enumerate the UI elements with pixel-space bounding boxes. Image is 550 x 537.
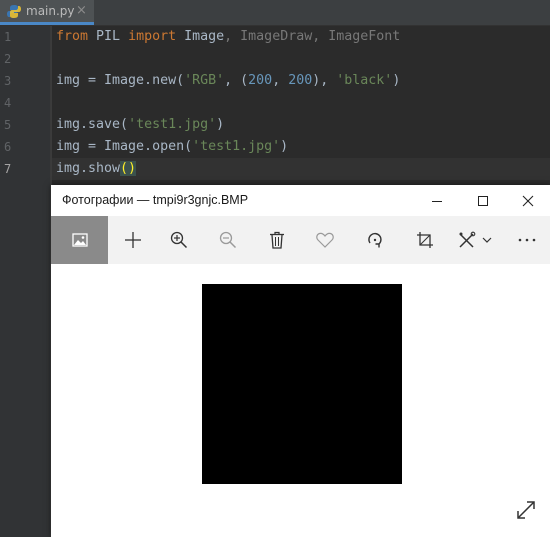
- edit-draw-icon: [459, 231, 476, 248]
- fullscreen-button[interactable]: [513, 497, 539, 523]
- close-icon: [522, 195, 534, 206]
- photos-window: Фотографии — tmpi9r3gnjc.BMP: [51, 185, 550, 537]
- code-text: ): [392, 73, 401, 88]
- maximize-button[interactable]: [460, 185, 506, 216]
- tab-close-icon[interactable]: ×: [76, 3, 87, 19]
- code-text: img.show: [56, 161, 121, 176]
- matched-parentheses: (): [120, 161, 137, 176]
- image-canvas[interactable]: [51, 264, 550, 537]
- rotate-button[interactable]: [352, 216, 398, 264]
- zoom-in-button[interactable]: [156, 216, 202, 264]
- editor-left-margin: [51, 26, 52, 186]
- line-number: 5: [4, 118, 12, 132]
- import-image: Image: [176, 29, 225, 44]
- string-literal: 'test1.jpg': [128, 117, 217, 132]
- minimize-button[interactable]: [414, 185, 460, 216]
- displayed-image: [202, 284, 402, 484]
- code-text: ),: [312, 73, 337, 88]
- line-number: 3: [4, 74, 12, 88]
- photos-toolbar: [51, 216, 550, 264]
- code-line-7[interactable]: img.show(): [56, 158, 137, 180]
- number-literal: 200: [288, 73, 313, 88]
- window-titlebar[interactable]: Фотографии — tmpi9r3gnjc.BMP: [51, 185, 550, 216]
- add-icon: [125, 232, 141, 248]
- code-line-5[interactable]: img.save('test1.jpg'): [56, 114, 224, 136]
- line-number: 1: [4, 30, 12, 44]
- more-button[interactable]: [504, 216, 550, 264]
- close-button[interactable]: [505, 185, 550, 216]
- line-number-current: 7: [4, 162, 12, 176]
- expand-icon: [517, 501, 535, 519]
- editor-tab-bar: main.py ×: [0, 0, 550, 26]
- chevron-down-icon: [482, 237, 492, 243]
- python-file-icon: [7, 5, 21, 18]
- keyword-from: from: [56, 29, 89, 44]
- code-text: img.save(: [56, 117, 129, 132]
- line-number-gutter: 1 2 3 4 5 6 7: [0, 26, 51, 537]
- module-name: PIL: [88, 29, 129, 44]
- crop-icon: [417, 232, 433, 248]
- keyword-import: import: [128, 29, 177, 44]
- crop-button[interactable]: [402, 216, 448, 264]
- tab-main-py[interactable]: main.py ×: [0, 0, 94, 25]
- edit-draw-button[interactable]: [448, 216, 502, 264]
- image-view-icon: [71, 233, 88, 247]
- code-text: ): [216, 117, 225, 132]
- favorite-button[interactable]: [302, 216, 348, 264]
- add-button[interactable]: [110, 216, 156, 264]
- favorite-heart-icon: [316, 232, 334, 248]
- line-number: 6: [4, 140, 12, 154]
- zoom-in-icon: [170, 231, 188, 249]
- rotate-icon: [368, 232, 382, 248]
- string-literal: 'RGB': [184, 73, 225, 88]
- number-literal: 200: [248, 73, 273, 88]
- line-number: 2: [4, 52, 12, 66]
- more-icon: [518, 238, 536, 242]
- delete-button[interactable]: [254, 216, 300, 264]
- string-literal: 'test1.jpg': [192, 139, 281, 154]
- string-literal: 'black': [336, 73, 393, 88]
- code-text: ): [280, 139, 289, 154]
- code-line-1[interactable]: from PIL import Image, ImageDraw, ImageF…: [56, 26, 400, 48]
- window-title: Фотографии — tmpi9r3gnjc.BMP: [62, 193, 249, 207]
- zoom-out-button[interactable]: [205, 216, 251, 264]
- unused-imports: , ImageDraw, ImageFont: [224, 29, 401, 44]
- code-text: , (: [224, 73, 249, 88]
- code-text: img = Image.open(: [56, 139, 193, 154]
- code-line-6[interactable]: img = Image.open('test1.jpg'): [56, 136, 288, 158]
- minimize-icon: [432, 200, 442, 202]
- line-number: 4: [4, 96, 12, 110]
- code-text: ,: [272, 73, 289, 88]
- tab-filename: main.py: [26, 4, 75, 18]
- code-text: img = Image.new(: [56, 73, 185, 88]
- delete-icon: [270, 231, 284, 249]
- maximize-icon: [478, 195, 488, 206]
- code-line-3[interactable]: img = Image.new('RGB', (200, 200), 'blac…: [56, 70, 400, 92]
- zoom-out-icon: [219, 231, 237, 249]
- view-image-button[interactable]: [51, 216, 108, 264]
